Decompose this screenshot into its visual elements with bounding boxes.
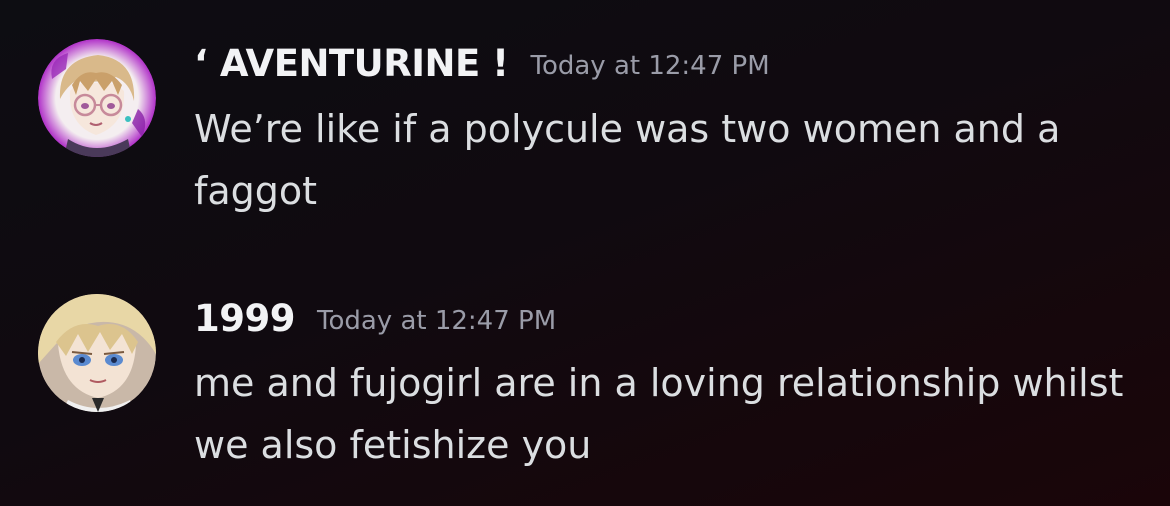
timestamp: Today at 12:47 PM	[316, 306, 557, 336]
user-avatar[interactable]	[38, 39, 156, 157]
username[interactable]: 1999	[194, 297, 295, 340]
message-header: ‘ AVENTURINE ! Today at 12:47 PM	[194, 42, 770, 85]
message-text: me and fujogirl are in a loving relation…	[194, 361, 1124, 467]
message-text: We’re like if a polycule was two women a…	[194, 107, 1061, 213]
user-avatar[interactable]	[38, 294, 156, 412]
timestamp: Today at 12:47 PM	[530, 51, 770, 81]
username[interactable]: ‘ AVENTURINE !	[194, 42, 509, 85]
avatar-blonde-blue-eyes-icon	[38, 294, 156, 412]
message-header: 1999 Today at 12:47 PM	[194, 297, 556, 340]
avatar-blonde-glasses-icon	[38, 39, 156, 157]
